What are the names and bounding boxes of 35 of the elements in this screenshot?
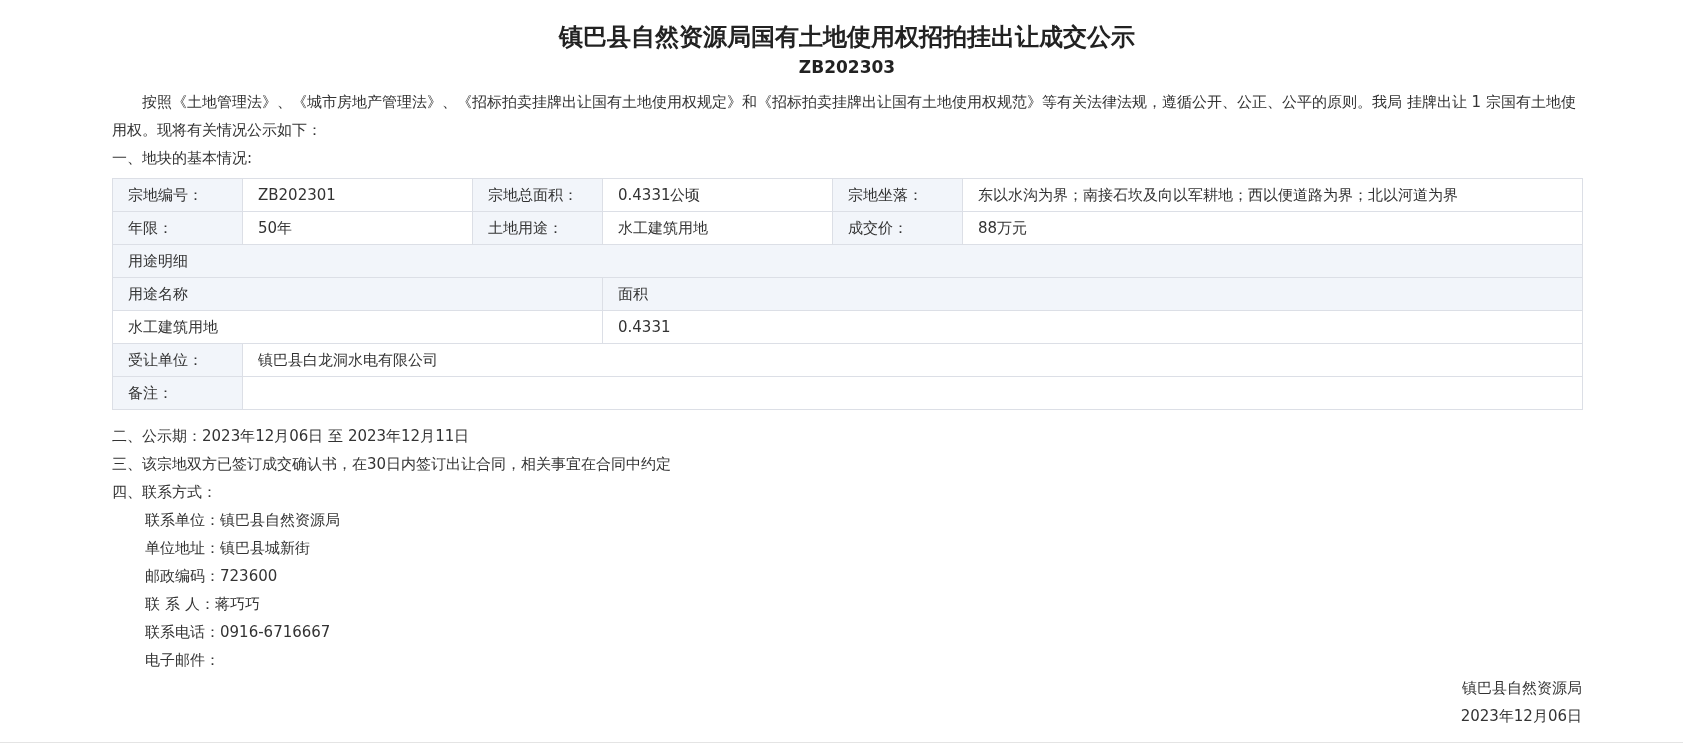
contact-line: 联系单位：镇巴县自然资源局 xyxy=(145,511,340,529)
contact-line: 联系电话：0916-6716667 xyxy=(145,623,331,641)
field-label: 宗地总面积： xyxy=(472,178,603,212)
table-cell: 水工建筑用地 xyxy=(112,310,603,344)
field-value: 水工建筑用地 xyxy=(602,211,833,245)
notice-title: 镇巴县自然资源局国有土地使用权招拍挂出让成交公示 xyxy=(557,22,1136,53)
field-label: 备注： xyxy=(112,376,243,410)
field-label: 受让单位： xyxy=(112,343,243,377)
issuer-name: 镇巴县自然资源局 xyxy=(1462,679,1582,697)
table-cell: 0.4331 xyxy=(602,310,1583,344)
column-header: 用途名称 xyxy=(112,277,603,311)
field-label: 宗地编号： xyxy=(112,178,243,212)
field-label: 宗地坐落： xyxy=(832,178,963,212)
info-line: 三、该宗地双方已签订成交确认书，在30日内签订出让合同，相关事宜在合同中约定 xyxy=(112,455,672,473)
field-value: 88万元 xyxy=(962,211,1583,245)
field-label: 年限： xyxy=(112,211,243,245)
section-heading: 一、地块的基本情况: xyxy=(112,148,254,169)
field-label: 成交价： xyxy=(832,211,963,245)
field-label: 土地用途： xyxy=(472,211,603,245)
field-value: ZB202301 xyxy=(242,178,473,212)
notice-number: ZB202303 xyxy=(797,56,897,79)
issue-date: 2023年12月06日 xyxy=(1460,707,1582,725)
contact-line: 电子邮件： xyxy=(145,651,220,669)
contact-line: 邮政编码：723600 xyxy=(145,567,278,585)
section-heading: 四、联系方式： xyxy=(112,483,217,501)
field-value: 东以水沟为界；南接石坎及向以军耕地；西以便道路为界；北以河道为界 xyxy=(962,178,1583,212)
column-header: 面积 xyxy=(602,277,1583,311)
contact-line: 联 系 人：蒋巧巧 xyxy=(145,595,260,613)
info-line: 二、公示期：2023年12月06日 至 2023年12月11日 xyxy=(112,427,470,445)
intro-paragraph: 按照《土地管理法》、《城市房地产管理法》、《招标拍卖挂牌出让国有土地使用权规定》和《招标拍卖挂牌出让国有土地使用权规范》等有关法律法规，遵循公开、公正、公平的原则。我局 挂牌出让 1 宗国有土地使用权。现将有关情况公示如下： xyxy=(112,92,1577,141)
field-value: 50年 xyxy=(242,211,473,245)
table-heading: 用途明细 xyxy=(112,244,1583,278)
field-value: 0.4331公顷 xyxy=(602,178,833,212)
field-value: 镇巴县白龙洞水电有限公司 xyxy=(242,343,1583,377)
contact-line: 单位地址：镇巴县城新街 xyxy=(145,539,310,557)
